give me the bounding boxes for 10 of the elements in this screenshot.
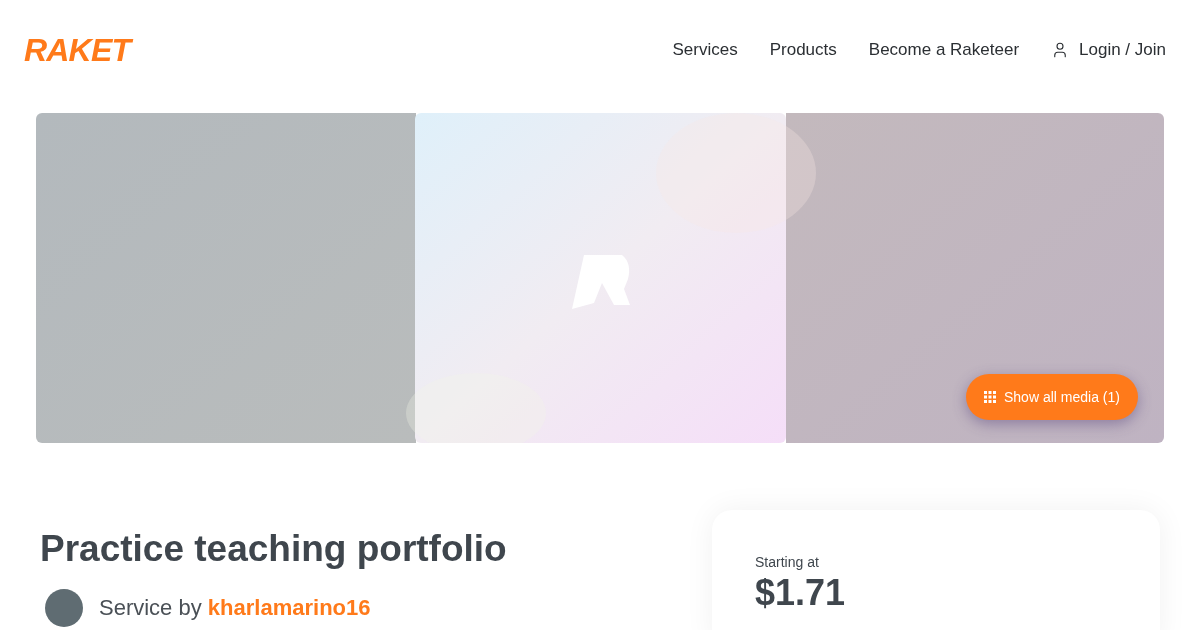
nav-link[interactable]: Services: [672, 37, 738, 63]
price: $1.71: [755, 573, 847, 613]
seller-byline: Service by kharlamarino16: [99, 595, 371, 621]
nav-link[interactable]: Products: [769, 37, 837, 63]
grid-icon: [984, 391, 996, 403]
service-title: Practice teaching portfolio: [40, 527, 508, 571]
nav-link[interactable]: Become a Raketeer: [868, 37, 1020, 63]
avatar: [45, 589, 83, 627]
login-link[interactable]: Login / Join: [1051, 37, 1166, 63]
starting-at-label: Starting at: [755, 553, 820, 572]
